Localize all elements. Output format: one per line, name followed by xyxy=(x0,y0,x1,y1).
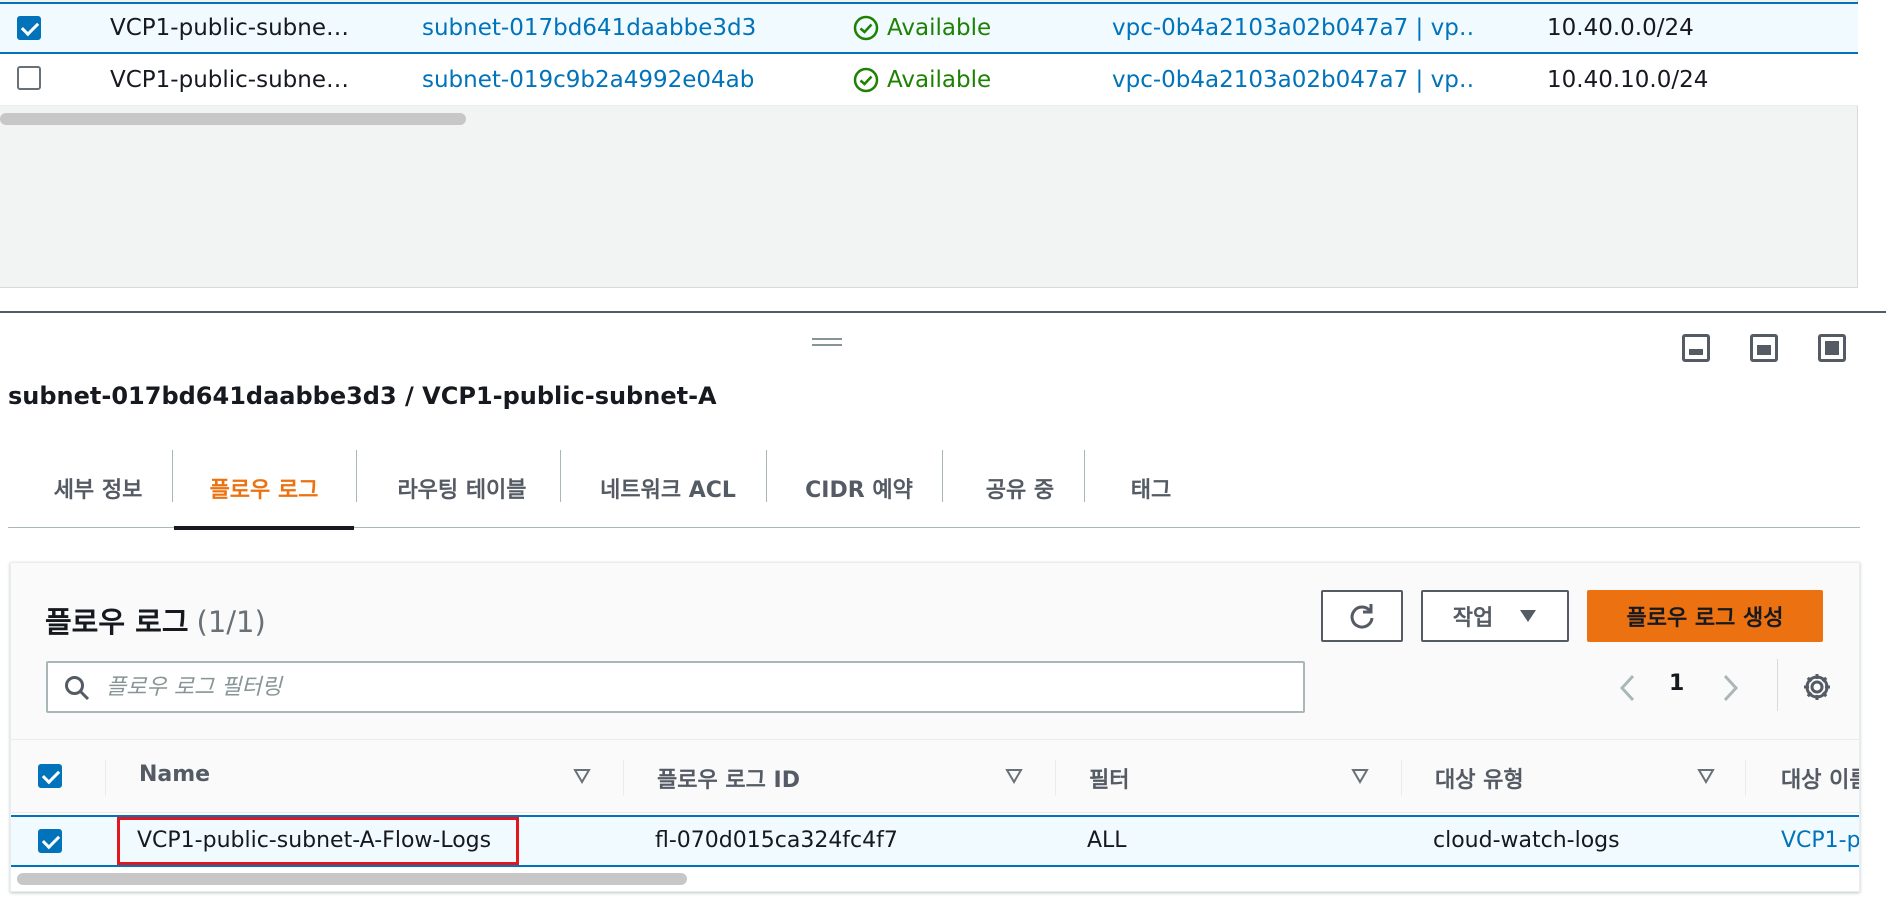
actions-label: 작업 xyxy=(1452,606,1494,631)
subnet-name: VCP1-public-subne… xyxy=(110,66,349,93)
table-row[interactable]: VCP1-public-subne… subnet-017bd641daabbe… xyxy=(0,2,1858,54)
tab-details[interactable]: 세부 정보 xyxy=(28,448,168,528)
pager-divider xyxy=(1777,659,1778,711)
flow-logs-title: 플로우 로그 (1/1) xyxy=(45,599,266,641)
horizontal-scrollbar[interactable] xyxy=(17,873,687,885)
page-number[interactable]: 1 xyxy=(1669,671,1684,696)
vpc-link[interactable]: vpc-0b4a2103a02b047a7 | vp… xyxy=(1112,67,1472,93)
column-header-destination-name[interactable]: 대상 이름 xyxy=(1781,762,1859,794)
tab-divider xyxy=(172,450,173,502)
subnet-id-link[interactable]: subnet-019c9b2a4992e04ab xyxy=(422,67,754,93)
select-all-checkbox[interactable] xyxy=(38,764,62,788)
table-row[interactable]: VCP1-public-subne… subnet-019c9b2a4992e0… xyxy=(0,54,1858,106)
status-text: Available xyxy=(887,66,992,93)
gear-icon[interactable] xyxy=(1801,671,1833,703)
tab-divider xyxy=(942,450,943,502)
create-flow-log-button[interactable]: 플로우 로그 생성 xyxy=(1587,590,1823,642)
tab-network-acl[interactable]: 네트워크 ACL xyxy=(568,448,768,528)
panel-bottom-icon[interactable] xyxy=(1682,334,1710,362)
tab-tags[interactable]: 태그 xyxy=(1096,448,1206,528)
ipv4-cidr: 10.40.10.0/24 xyxy=(1547,66,1709,93)
column-divider xyxy=(1745,760,1746,796)
chevron-left-icon[interactable] xyxy=(1617,673,1639,703)
sort-icon[interactable] xyxy=(1697,768,1715,784)
column-divider xyxy=(1055,760,1056,796)
split-divider xyxy=(0,311,1886,313)
search-icon xyxy=(65,676,90,701)
tab-divider xyxy=(766,450,767,502)
status-badge: Available xyxy=(853,15,991,41)
tab-flow-logs[interactable]: 플로우 로그 xyxy=(174,448,354,530)
tab-cidr-reservations[interactable]: CIDR 예약 xyxy=(774,448,944,528)
status-badge: Available xyxy=(853,67,991,93)
chevron-right-icon[interactable] xyxy=(1719,673,1741,703)
row-checkbox[interactable] xyxy=(17,66,41,90)
column-header-destination-type[interactable]: 대상 유형 xyxy=(1435,762,1524,794)
tab-divider xyxy=(560,450,561,502)
caret-down-icon xyxy=(1520,610,1537,622)
resize-handle-icon[interactable] xyxy=(812,338,842,346)
flow-logs-table-header: Name 플로우 로그 ID 필터 대상 유형 대상 이름 xyxy=(11,739,1859,813)
panel-full-icon[interactable] xyxy=(1818,334,1846,362)
ipv4-cidr: 10.40.0.0/24 xyxy=(1547,15,1694,41)
column-header-name[interactable]: Name xyxy=(139,762,210,787)
column-header-flow-log-id[interactable]: 플로우 로그 ID xyxy=(657,762,800,794)
column-header-filter[interactable]: 필터 xyxy=(1089,762,1129,794)
tab-sharing[interactable]: 공유 중 xyxy=(950,448,1090,528)
vpc-link[interactable]: vpc-0b4a2103a02b047a7 | vp… xyxy=(1112,15,1472,41)
row-checkbox[interactable] xyxy=(17,16,41,40)
destination-type: cloud-watch-logs xyxy=(1433,828,1620,853)
flow-logs-header: 플로우 로그 (1/1) 작업 플로우 로그 생성 플로우 로그 필터링 1 xyxy=(11,563,1859,739)
subnets-table: VCP1-public-subne… subnet-017bd641daabbe… xyxy=(0,0,1858,288)
flow-logs-container: 플로우 로그 (1/1) 작업 플로우 로그 생성 플로우 로그 필터링 1 N… xyxy=(10,562,1860,892)
tab-divider xyxy=(1084,450,1085,502)
column-divider xyxy=(1401,760,1402,796)
actions-dropdown-button[interactable]: 작업 xyxy=(1421,590,1569,642)
flow-log-filter: ALL xyxy=(1087,828,1127,853)
subnet-id-link[interactable]: subnet-017bd641daabbe3d3 xyxy=(422,15,756,41)
status-text: Available xyxy=(887,15,992,41)
table-row[interactable]: VCP1-public-subnet-A-Flow-Logs fl-070d01… xyxy=(11,815,1859,867)
sort-icon[interactable] xyxy=(573,768,591,784)
search-field[interactable] xyxy=(46,661,1305,713)
row-checkbox[interactable] xyxy=(38,829,62,853)
subnet-name: VCP1-public-subne… xyxy=(110,15,349,41)
sort-icon[interactable] xyxy=(1005,768,1023,784)
flow-log-id: fl-070d015ca324fc4f7 xyxy=(655,828,898,853)
vpc-subnets-console: VCP1-public-subne… subnet-017bd641daabbe… xyxy=(0,0,1886,916)
search-input[interactable] xyxy=(106,671,1286,703)
refresh-icon xyxy=(1350,604,1374,629)
check-circle-icon xyxy=(853,15,879,41)
detail-tabs: 세부 정보 플로우 로그 라우팅 테이블 네트워크 ACL CIDR 예약 공유… xyxy=(8,448,1860,530)
sort-icon[interactable] xyxy=(1351,768,1369,784)
flow-logs-count: (1/1) xyxy=(196,605,266,639)
flow-logs-title-text: 플로우 로그 xyxy=(45,605,189,639)
detail-title: subnet-017bd641daabbe3d3 / VCP1-public-s… xyxy=(8,382,717,410)
column-divider xyxy=(105,760,106,796)
refresh-button[interactable] xyxy=(1321,590,1403,642)
tab-divider xyxy=(356,450,357,502)
tab-route-table[interactable]: 라우팅 테이블 xyxy=(362,448,562,528)
destination-name-link[interactable]: VCP1-p xyxy=(1781,828,1859,853)
column-divider xyxy=(623,760,624,796)
flow-log-name: VCP1-public-subnet-A-Flow-Logs xyxy=(137,828,492,853)
check-circle-icon xyxy=(853,67,879,92)
horizontal-scrollbar[interactable] xyxy=(0,113,466,125)
panel-side-icon[interactable] xyxy=(1750,334,1778,362)
